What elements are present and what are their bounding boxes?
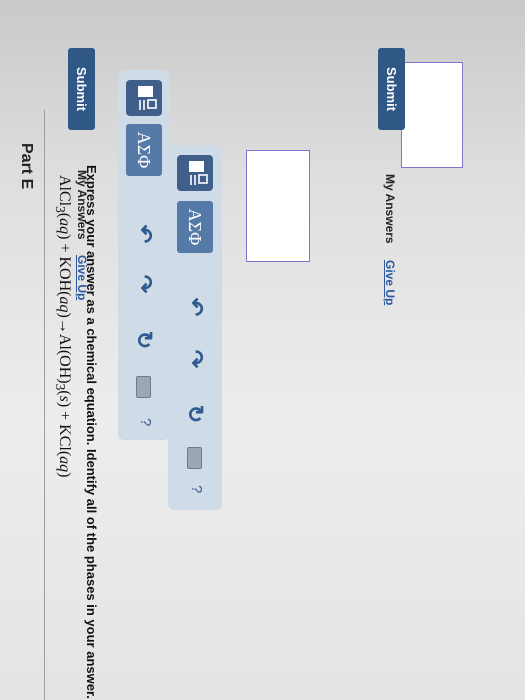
part-e-toolbar: ΑΣΦ ↶ ↷ ↻ ? (168, 145, 222, 510)
top-reset-icon[interactable]: ↻ (130, 326, 158, 354)
reactant-alcl3: AlCl3 (52, 175, 73, 213)
submit-button[interactable]: Submit (378, 48, 405, 130)
template-icon (138, 86, 157, 110)
template-button[interactable] (177, 155, 213, 191)
top-help-icon[interactable]: ? (137, 418, 154, 426)
product-aloh3: Al(OH)3 (52, 333, 73, 391)
product-kcl: KCl (56, 424, 73, 451)
part-title: Part E (18, 143, 35, 190)
top-keyboard-icon[interactable] (136, 376, 151, 398)
top-redo-icon[interactable]: ↷ (130, 270, 158, 298)
redo-icon[interactable]: ↷ (181, 345, 209, 373)
keyboard-icon[interactable] (187, 447, 202, 469)
my-answers-link[interactable]: My Answers (383, 174, 397, 244)
reactant-koh: KOH (56, 256, 73, 292)
template-icon (189, 161, 208, 185)
section-divider (44, 110, 45, 700)
top-template-button[interactable] (126, 80, 162, 116)
instructions: Express your answer as a chemical equati… (84, 165, 99, 699)
top-submit-button[interactable]: Submit (68, 48, 95, 130)
top-answer-field[interactable] (401, 62, 463, 168)
help-icon[interactable]: ? (188, 485, 205, 493)
undo-icon[interactable]: ↶ (181, 293, 209, 321)
reaction-equation: AlCl3(aq) + KOH(aq)→Al(OH)3(s) + KCl(aq) (52, 175, 73, 478)
answer-field[interactable] (246, 150, 310, 262)
reset-icon[interactable]: ↻ (181, 400, 209, 428)
page: ΑΣΦ ↶ ↷ ↻ ? Submit My Answers Give Up Pa… (0, 0, 525, 700)
give-up-link[interactable]: Give Up (383, 260, 397, 305)
top-greek-button[interactable]: ΑΣΦ (126, 124, 162, 176)
greek-letters-button[interactable]: ΑΣΦ (177, 201, 213, 253)
top-toolbar: ΑΣΦ ↶ ↷ ↻ ? (118, 70, 170, 440)
reaction-arrow: → (56, 317, 73, 334)
top-undo-icon[interactable]: ↶ (130, 220, 158, 248)
